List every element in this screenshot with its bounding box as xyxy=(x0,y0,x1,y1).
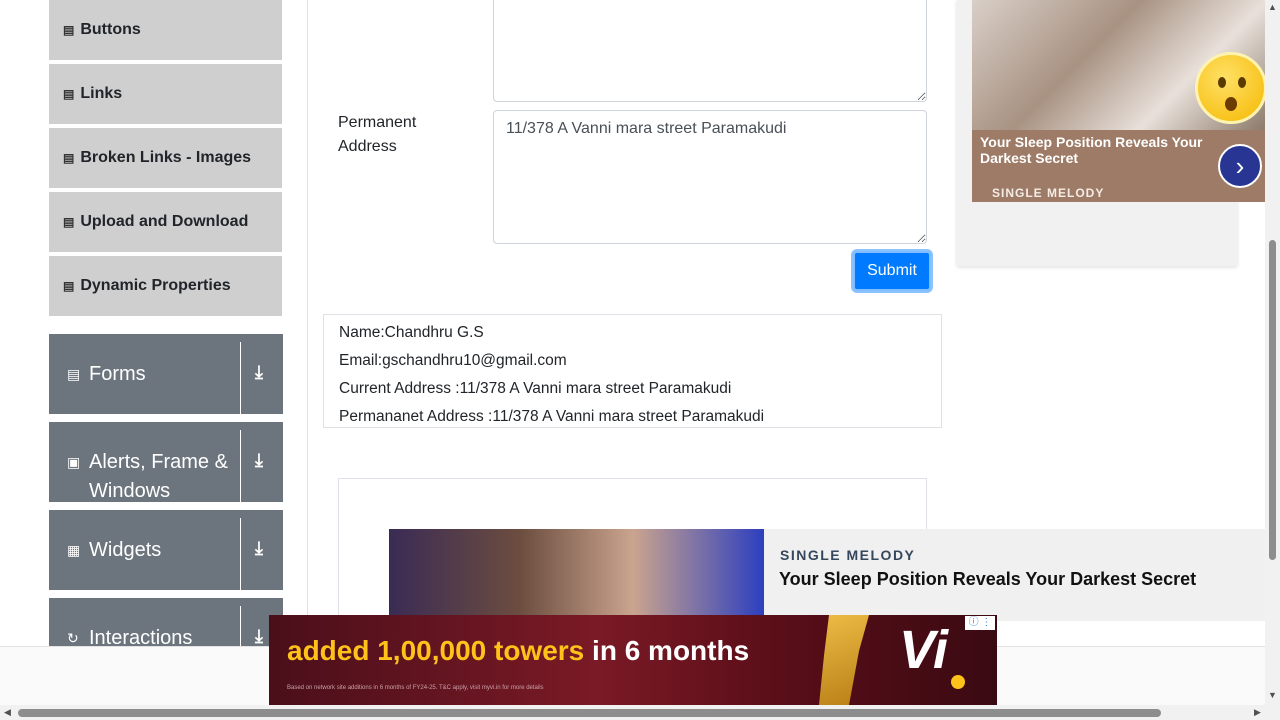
sidebar-group-forms[interactable]: ▤ Forms ⤓ xyxy=(49,334,283,414)
sidebar-item-label: Dynamic Properties xyxy=(80,277,231,294)
scroll-left-icon[interactable]: ◀ xyxy=(4,707,11,718)
ad-brand: SINGLE MELODY xyxy=(992,186,1105,200)
vi-banner-ad[interactable]: added 1,00,000 towers in 6 months Based … xyxy=(269,615,997,705)
form-icon: ▤ xyxy=(67,366,81,382)
divider xyxy=(240,430,241,502)
download-arrow-icon[interactable]: ⤓ xyxy=(255,538,263,559)
sidebar-item-broken-links[interactable]: ▤ Broken Links - Images xyxy=(49,128,282,190)
ad-headline-highlight: added 1,00,000 towers xyxy=(287,635,585,666)
chevron-right-icon[interactable]: › xyxy=(1218,144,1262,188)
output-panel: Name:Chandhru G.S Email:gschandhru10@gma… xyxy=(323,314,942,428)
divider xyxy=(240,606,241,646)
output-current-address: Current Address :11/378 A Vanni mara str… xyxy=(339,380,732,397)
download-arrow-icon[interactable]: ⤓ xyxy=(255,362,263,383)
ad-image xyxy=(389,529,764,621)
sidebar-item-label: Upload and Download xyxy=(80,213,249,230)
ad-fine-print: Based on network site additions in 6 mon… xyxy=(287,685,544,691)
logo-dot xyxy=(951,675,965,689)
sidebar-item-label: Broken Links - Images xyxy=(80,149,252,166)
ad-headline-rest: in 6 months xyxy=(584,635,750,666)
right-ad[interactable]: Your Sleep Position Reveals Your Darkest… xyxy=(957,0,1267,266)
sidebar-group-widgets[interactable]: ▦ Widgets ⤓ xyxy=(49,510,283,590)
vi-logo: Vi xyxy=(899,620,949,680)
ad-title: Your Sleep Position Reveals Your Darkest… xyxy=(980,134,1203,166)
ad-caption: Your Sleep Position Reveals Your Darkest… xyxy=(972,130,1265,202)
sidebar-group-interactions[interactable]: ↻ Interactions ⤓ xyxy=(49,598,283,646)
ad-brand: SINGLE MELODY xyxy=(780,547,916,563)
scroll-up-icon[interactable]: ▲ xyxy=(1268,2,1277,12)
scroll-down-icon[interactable]: ▼ xyxy=(1268,690,1277,700)
current-address-textarea[interactable] xyxy=(493,0,927,102)
sidebar-item-links[interactable]: ▤ Links xyxy=(49,64,282,126)
group-label: Interactions xyxy=(89,627,193,646)
bottom-ad[interactable]: SINGLE MELODY Your Sleep Position Reveal… xyxy=(389,529,1265,621)
window-icon: ▣ xyxy=(67,454,81,470)
ad-title: Your Sleep Position Reveals Your Darkest… xyxy=(779,569,1197,589)
download-arrow-icon[interactable]: ⤓ xyxy=(255,450,263,471)
output-permanent-address: Permananet Address :11/378 A Vanni mara … xyxy=(339,408,765,425)
permanent-address-textarea[interactable]: 11/378 A Vanni mara street Paramakudi xyxy=(493,110,927,244)
page: ▤ Buttons ▤ Links ▤ Broken Links - Image… xyxy=(0,0,1280,720)
ad-headline: added 1,00,000 towers in 6 months xyxy=(287,635,749,667)
submit-button[interactable]: Submit xyxy=(853,251,931,291)
download-arrow-icon[interactable]: ⤓ xyxy=(255,626,263,646)
interactions-icon: ↻ xyxy=(67,630,79,646)
permanent-address-label: Permanent Address xyxy=(338,114,417,155)
sidebar-item-label: Buttons xyxy=(80,21,141,38)
scroll-right-icon[interactable]: ▶ xyxy=(1254,707,1261,718)
tower-mascot-image xyxy=(819,615,869,705)
output-email: Email:gschandhru10@gmail.com xyxy=(339,352,567,369)
output-name: Name:Chandhru G.S xyxy=(339,324,484,341)
html5-icon: ▤ xyxy=(63,23,75,37)
html5-icon: ▤ xyxy=(63,87,75,101)
sidebar-item-buttons[interactable]: ▤ Buttons xyxy=(49,0,282,62)
horizontal-scroll-thumb[interactable] xyxy=(18,709,1161,717)
html5-icon: ▤ xyxy=(63,279,75,293)
group-label: Widgets xyxy=(89,539,162,561)
surprised-emoji-icon xyxy=(1195,52,1267,124)
horizontal-scrollbar[interactable]: ◀ ▶ xyxy=(0,705,1280,720)
html5-icon: ▤ xyxy=(63,215,75,229)
divider xyxy=(240,342,241,414)
sidebar-group-alerts[interactable]: ▣ Alerts, Frame & Windows ⤓ xyxy=(49,422,283,502)
divider xyxy=(240,518,241,590)
sidebar-item-dynamic-properties[interactable]: ▤ Dynamic Properties xyxy=(49,256,282,318)
vertical-scrollbar[interactable]: ▲ ▼ xyxy=(1265,0,1280,705)
widgets-icon: ▦ xyxy=(67,542,81,558)
adchoices-icon[interactable]: ⓘ ⋮ xyxy=(965,616,995,630)
group-label: Forms xyxy=(89,363,146,385)
sidebar-item-label: Links xyxy=(80,85,123,102)
vertical-scroll-thumb[interactable] xyxy=(1269,240,1276,560)
sidebar: ▤ Buttons ▤ Links ▤ Broken Links - Image… xyxy=(28,0,308,646)
sidebar-item-upload-download[interactable]: ▤ Upload and Download xyxy=(49,192,282,254)
group-label: Alerts, Frame & Windows xyxy=(89,451,228,502)
html5-icon: ▤ xyxy=(63,151,75,165)
